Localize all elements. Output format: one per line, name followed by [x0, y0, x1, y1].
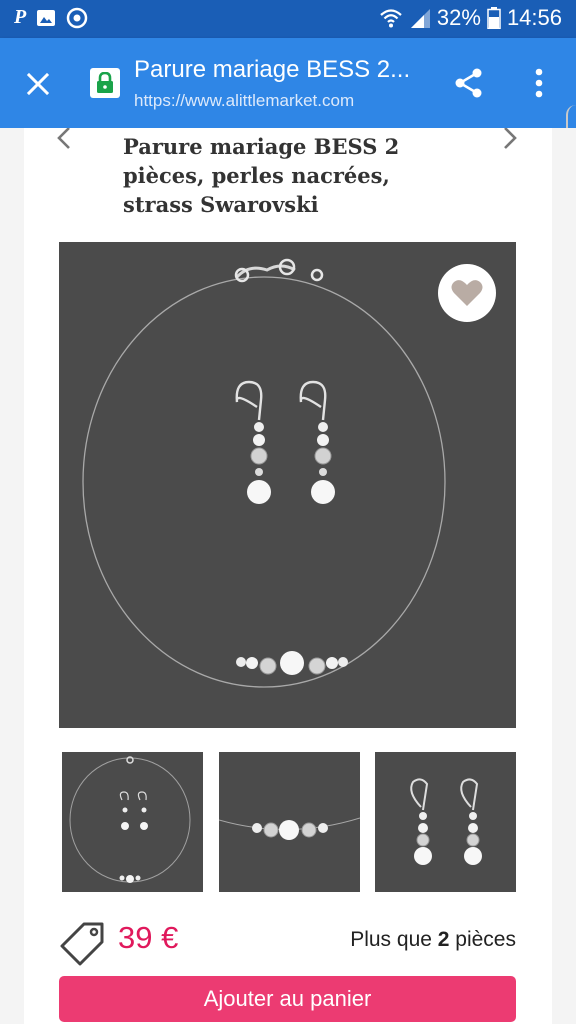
page-content: Parure mariage BESS 2 pièces, perles nac…	[0, 127, 576, 1024]
share-button[interactable]	[446, 60, 492, 106]
stock-suffix: pièces	[449, 928, 516, 951]
custom-tab-toolbar: Parure mariage BESS 2... https://www.ali…	[0, 38, 576, 128]
thumbnail-earrings-detail[interactable]	[375, 752, 516, 892]
pinterest-notification-icon: P	[14, 6, 27, 28]
product-title-line: Parure mariage BESS 2	[123, 134, 400, 159]
more-vert-icon	[535, 68, 543, 98]
battery-icon	[487, 7, 501, 29]
chevron-right-icon	[504, 127, 517, 149]
thumbnail-full-set[interactable]	[62, 752, 203, 892]
sync-notification-icon	[66, 7, 88, 28]
add-to-cart-button[interactable]: Ajouter au panier	[59, 976, 516, 1022]
thumbnail-image	[218, 817, 361, 840]
secure-connection-badge[interactable]	[90, 68, 120, 98]
stock-count: 2	[437, 928, 450, 951]
next-product-button[interactable]	[496, 127, 526, 158]
share-icon	[455, 68, 482, 98]
page-url[interactable]: https://www.alittlemarket.com	[134, 91, 354, 111]
close-icon	[26, 72, 50, 96]
thumbnail-image	[69, 756, 191, 883]
product-card: Parure mariage BESS 2 pièces, perles nac…	[24, 127, 552, 1024]
price-tag-icon	[58, 918, 108, 968]
product-title-line: strass Swarovski	[123, 192, 319, 217]
heart-icon	[451, 280, 483, 306]
thumbnail-necklace-detail[interactable]	[218, 752, 361, 892]
favorite-button[interactable]	[438, 264, 496, 322]
product-title-line: pièces, perles nacrées,	[123, 163, 390, 188]
overflow-menu-button[interactable]	[516, 60, 562, 106]
status-bar: P 32% 14:56	[0, 0, 576, 38]
chevron-left-icon	[57, 127, 70, 149]
image-notification-icon	[37, 9, 56, 26]
battery-percent: 32%	[436, 5, 481, 30]
stock-prefix: Plus que	[350, 928, 438, 951]
lock-icon	[97, 72, 113, 93]
clock: 14:56	[506, 5, 562, 30]
product-price: 39 €	[118, 920, 179, 955]
signal-icon	[410, 9, 430, 28]
wifi-icon	[380, 9, 402, 28]
previous-product-button[interactable]	[50, 127, 80, 158]
stock-availability: Plus que 2 pièces	[350, 928, 516, 952]
close-button[interactable]	[16, 62, 60, 106]
product-title: Parure mariage BESS 2 pièces, perles nac…	[123, 132, 443, 219]
main-product-image[interactable]	[59, 242, 516, 728]
thumbnail-image	[410, 778, 482, 865]
page-title: Parure mariage BESS 2...	[134, 56, 411, 83]
